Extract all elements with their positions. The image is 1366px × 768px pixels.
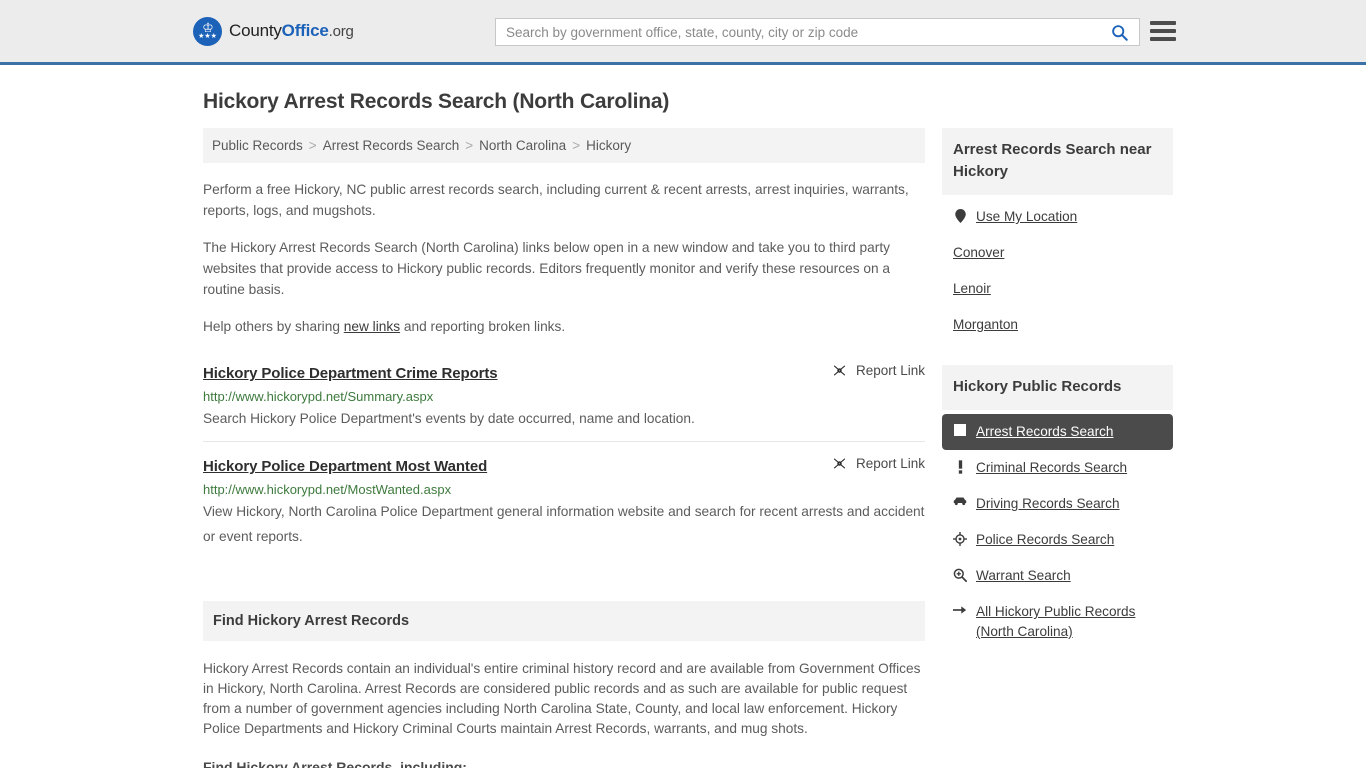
- breadcrumb: Public Records > Arrest Records Search > Nor…: [203, 128, 925, 163]
- brand-part-tld: .org: [328, 23, 354, 40]
- eagle-shield-logo-icon: ♔ ★★★: [193, 16, 222, 46]
- magnifier-plus-icon: [953, 566, 967, 582]
- breadcrumb-item-public-records[interactable]: Public Records: [212, 138, 303, 153]
- result-description: Search Hickory Police Department's event…: [203, 411, 695, 426]
- sidebar-item-label: Criminal Records Search: [976, 460, 1128, 475]
- breadcrumb-separator: >: [308, 138, 317, 153]
- hamburger-menu-icon[interactable]: [1150, 19, 1176, 43]
- sidebar-item-morganton[interactable]: Morganton: [942, 307, 1173, 343]
- sidebar-item-label: Conover: [953, 245, 1005, 260]
- sidebar-item-warrant-search[interactable]: Warrant Search: [942, 558, 1173, 594]
- sidebar-item-label: Police Records Search: [976, 532, 1115, 547]
- breadcrumb-item-north-carolina[interactable]: North Carolina: [479, 138, 566, 153]
- intro-paragraph-1: Perform a free Hickory, NC public arrest…: [203, 182, 909, 218]
- search-bar: [495, 18, 1140, 46]
- brand-part-county: County: [229, 21, 282, 40]
- sidebar-item-lenoir[interactable]: Lenoir: [942, 271, 1173, 307]
- sidebar-item-label: Morganton: [953, 317, 1018, 332]
- result-description: View Hickory, North Carolina Police Depa…: [203, 504, 925, 544]
- broken-link-icon: [833, 458, 846, 469]
- result-url-link[interactable]: http://www.hickorypd.net/MostWanted.aspx: [203, 482, 925, 497]
- result-header: Hickory Police Department Crime Reports …: [203, 363, 925, 382]
- car-icon: [953, 494, 967, 507]
- report-link-label: Report Link: [855, 363, 925, 378]
- sidebar-item-use-my-location[interactable]: Use My Location: [942, 199, 1173, 235]
- find-records-paragraph: Hickory Arrest Records contain an indivi…: [203, 661, 921, 736]
- intro-paragraph-2: The Hickory Arrest Records Search (North…: [203, 240, 890, 297]
- report-link-button[interactable]: Report Link: [832, 363, 925, 378]
- site-header: ♔ ★★★ CountyOffice.org: [0, 0, 1366, 65]
- search-button[interactable]: [1099, 19, 1139, 45]
- result-item: Hickory Police Department Most Wanted Re…: [203, 441, 925, 559]
- sidebar: Arrest Records Search near Hickory Use M…: [942, 128, 1173, 672]
- sidebar-item-label: Arrest Records Search: [976, 424, 1114, 439]
- broken-link-icon: [833, 365, 846, 376]
- brand-part-office: Office: [281, 21, 329, 40]
- sidebar-near-list: Use My Location Conover Lenoir Morganton: [942, 195, 1173, 343]
- sidebar-item-label: Lenoir: [953, 281, 991, 296]
- page-title: Hickory Arrest Records Search (North Car…: [203, 90, 670, 113]
- map-pin-icon: [953, 207, 967, 223]
- sidebar-item-label: Use My Location: [976, 209, 1078, 224]
- exclamation-icon: [953, 458, 967, 474]
- breadcrumb-item-arrest-records-search[interactable]: Arrest Records Search: [323, 138, 460, 153]
- result-item: Hickory Police Department Crime Reports …: [203, 353, 925, 441]
- share-text-after: and reporting broken links.: [400, 319, 566, 334]
- sidebar-item-arrest-records-search[interactable]: Arrest Records Search: [942, 414, 1173, 450]
- sidebar-item-label: Driving Records Search: [976, 496, 1120, 511]
- report-link-label: Report Link: [855, 456, 925, 471]
- intro-text: Perform a free Hickory, NC public arrest…: [203, 179, 925, 337]
- search-input[interactable]: [496, 24, 1099, 40]
- sidebar-item-label: Warrant Search: [976, 568, 1071, 583]
- content-columns: Public Records > Arrest Records Search > Nor…: [203, 128, 1173, 768]
- arrow-right-icon: [953, 602, 967, 616]
- sidebar-item-police-records-search[interactable]: Police Records Search: [942, 522, 1173, 558]
- intro-paragraph-3: Help others by sharing new links and rep…: [203, 316, 925, 337]
- sidebar-near-box: Arrest Records Search near Hickory Use M…: [942, 128, 1173, 343]
- find-records-heading: Find Hickory Arrest Records: [203, 601, 925, 641]
- sidebar-near-heading: Arrest Records Search near Hickory: [942, 128, 1173, 195]
- sidebar-records-heading: Hickory Public Records: [942, 365, 1173, 410]
- sidebar-records-box: Hickory Public Records Arrest Records Se…: [942, 365, 1173, 650]
- main-content: Public Records > Arrest Records Search > Nor…: [203, 128, 925, 768]
- sidebar-item-conover[interactable]: Conover: [942, 235, 1173, 271]
- find-records-body: Hickory Arrest Records contain an indivi…: [203, 659, 925, 768]
- brand-wordmark: CountyOffice.org: [229, 21, 354, 41]
- breadcrumb-separator: >: [572, 138, 581, 153]
- result-header: Hickory Police Department Most Wanted Re…: [203, 456, 925, 475]
- sidebar-item-driving-records-search[interactable]: Driving Records Search: [942, 486, 1173, 522]
- sidebar-records-list: Arrest Records Search Criminal Records S…: [942, 410, 1173, 650]
- find-records-subheading: Find Hickory Arrest Records, including:: [203, 759, 467, 768]
- breadcrumb-separator: >: [465, 138, 474, 153]
- share-text-before: Help others by sharing: [203, 319, 344, 334]
- search-icon: [1111, 24, 1128, 41]
- white-square-icon: [953, 422, 967, 436]
- report-link-button[interactable]: Report Link: [832, 456, 925, 471]
- sidebar-item-all-public-records[interactable]: All Hickory Public Records (North Caroli…: [942, 594, 1173, 650]
- new-links-link[interactable]: new links: [344, 319, 400, 334]
- sidebar-item-label: All Hickory Public Records (North Caroli…: [976, 604, 1136, 639]
- result-title-link[interactable]: Hickory Police Department Crime Reports: [203, 365, 498, 382]
- target-crosshair-icon: [953, 530, 967, 546]
- page-container: Hickory Arrest Records Search (North Car…: [0, 90, 1366, 768]
- result-url-link[interactable]: http://www.hickorypd.net/Summary.aspx: [203, 389, 925, 404]
- sidebar-item-criminal-records-search[interactable]: Criminal Records Search: [942, 450, 1173, 486]
- breadcrumb-item-hickory[interactable]: Hickory: [586, 138, 631, 153]
- result-title-link[interactable]: Hickory Police Department Most Wanted: [203, 458, 487, 475]
- site-logo-link[interactable]: ♔ ★★★ CountyOffice.org: [193, 16, 354, 46]
